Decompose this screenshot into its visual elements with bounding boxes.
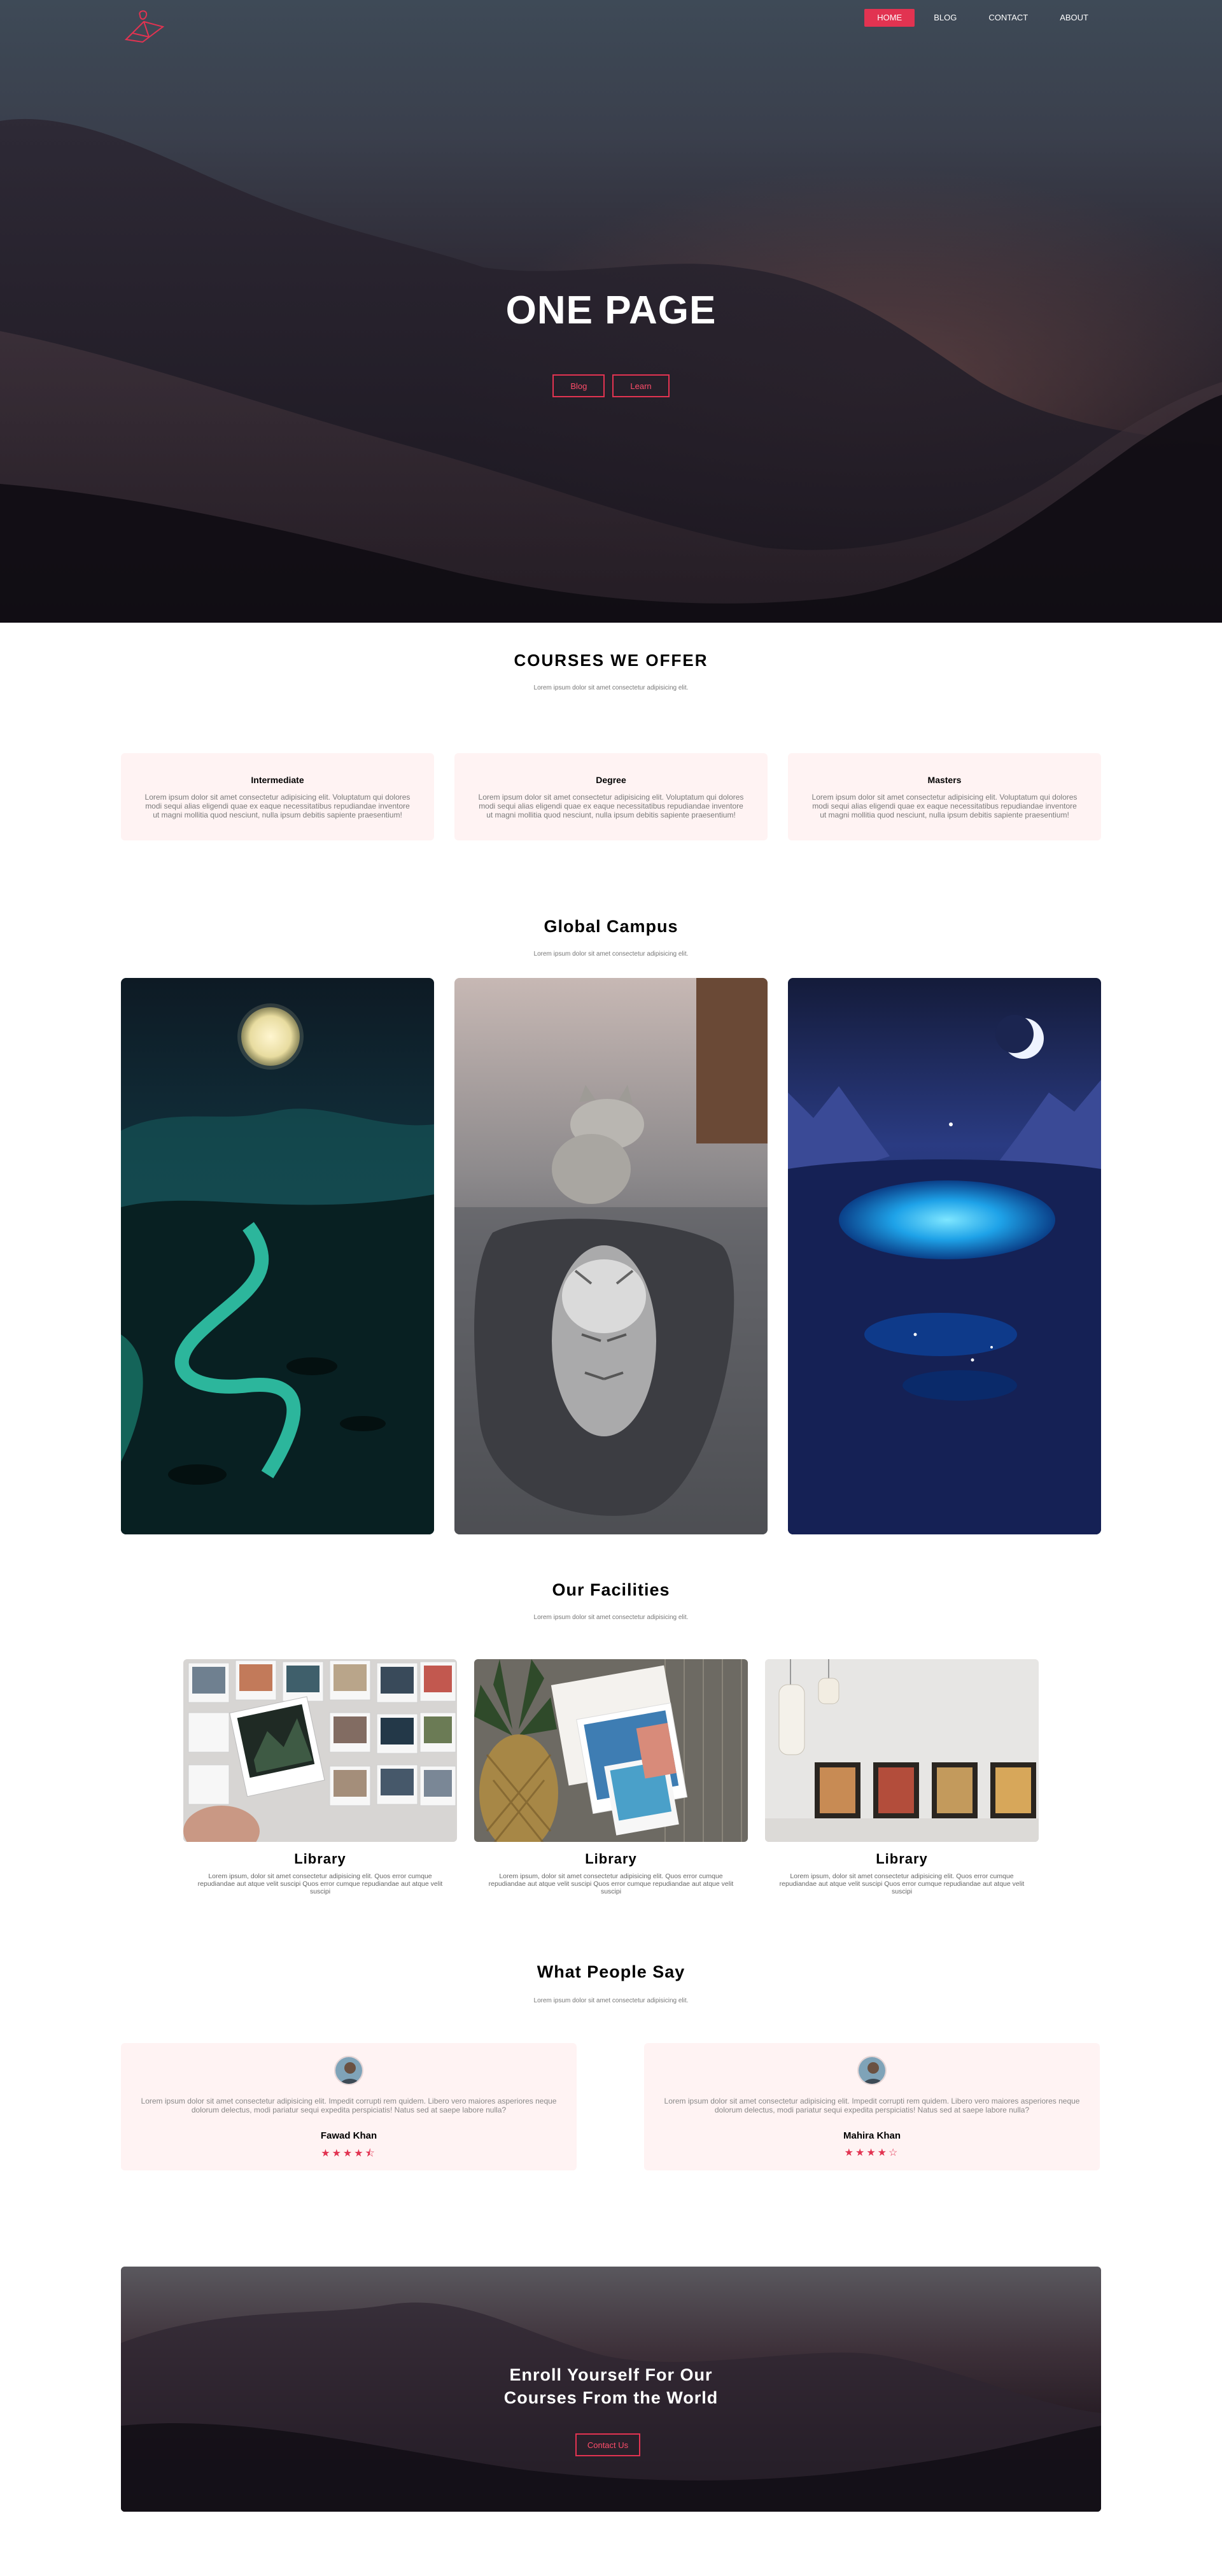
- star-rating-icon: ★★★★☆: [844, 2148, 900, 2158]
- facility-card: Library Lorem ipsum, dolor sit amet cons…: [183, 1659, 457, 1895]
- nav-home-link[interactable]: HOME: [864, 9, 915, 27]
- hero-title: ONE PAGE: [505, 288, 717, 332]
- facility-image-photos: [183, 1659, 457, 1842]
- course-card: Degree Lorem ipsum dolor sit amet consec…: [454, 753, 768, 840]
- course-title: Masters: [927, 775, 962, 785]
- facilities-subtitle: Lorem ipsum dolor sit amet consectetur a…: [533, 1614, 689, 1621]
- nav-contact-link[interactable]: CONTACT: [976, 9, 1041, 27]
- contact-us-button[interactable]: Contact Us: [575, 2433, 640, 2456]
- facility-title: Library: [876, 1851, 928, 1867]
- hero-buttons: Blog Learn: [0, 374, 1222, 397]
- logo-icon[interactable]: [121, 9, 168, 47]
- review-author: Mahira Khan: [843, 2130, 901, 2141]
- course-text: Lorem ipsum dolor sit amet consectetur a…: [811, 793, 1078, 819]
- learn-button[interactable]: Learn: [612, 374, 670, 397]
- course-card: Masters Lorem ipsum dolor sit amet conse…: [788, 753, 1101, 840]
- enroll-title: Enroll Yourself For Our Courses From the …: [503, 2365, 719, 2407]
- enroll-banner: Enroll Yourself For Our Courses From the …: [121, 2267, 1101, 2512]
- campus-subtitle: Lorem ipsum dolor sit amet consectetur a…: [533, 951, 689, 958]
- review-text: Lorem ipsum dolor sit amet consectetur a…: [141, 2097, 557, 2114]
- review-card: Lorem ipsum dolor sit amet consectetur a…: [121, 2043, 577, 2170]
- review-text: Lorem ipsum dolor sit amet consectetur a…: [664, 2097, 1080, 2114]
- testimonials-subtitle: Lorem ipsum dolor sit amet consectetur a…: [533, 1997, 689, 2004]
- campus-title: Global Campus: [544, 917, 678, 936]
- facility-card: Library Lorem ipsum, dolor sit amet cons…: [765, 1659, 1039, 1895]
- courses-subtitle: Lorem ipsum dolor sit amet consectetur a…: [533, 684, 689, 691]
- review-author: Fawad Khan: [320, 2130, 377, 2141]
- testimonials-title: What People Say: [537, 1962, 685, 1981]
- facility-title: Library: [585, 1851, 637, 1867]
- avatar: [857, 2056, 887, 2085]
- nav-blog-link[interactable]: BLOG: [921, 9, 969, 27]
- avatar: [334, 2056, 363, 2085]
- top-navbar: HOME BLOG CONTACT ABOUT: [0, 9, 1222, 43]
- course-text: Lorem ipsum dolor sit amet consectetur a…: [478, 793, 744, 819]
- campus-image-moon-beach: [121, 978, 434, 1534]
- course-card: Intermediate Lorem ipsum dolor sit amet …: [121, 753, 434, 840]
- facility-text: Lorem ipsum, dolor sit amet consectetur …: [779, 1872, 1025, 1895]
- campus-image-crystal-lake: [788, 978, 1101, 1534]
- facility-image-pineapple: [474, 1659, 748, 1842]
- nav-about-link[interactable]: ABOUT: [1047, 9, 1101, 27]
- courses-title: COURSES WE OFFER: [514, 651, 708, 670]
- main-menu: HOME BLOG CONTACT ABOUT: [864, 9, 1101, 27]
- facility-title: Library: [294, 1851, 346, 1867]
- review-card: Lorem ipsum dolor sit amet consectetur a…: [644, 2043, 1100, 2170]
- course-title: Intermediate: [251, 775, 304, 785]
- course-text: Lorem ipsum dolor sit amet consectetur a…: [144, 793, 411, 819]
- facility-image-frames: [765, 1659, 1039, 1842]
- campus-image-kitten-reflection: [454, 978, 768, 1534]
- facility-text: Lorem ipsum, dolor sit amet consectetur …: [488, 1872, 734, 1895]
- facility-text: Lorem ipsum, dolor sit amet consectetur …: [197, 1872, 443, 1895]
- star-rating-icon: ★★★★⯪: [321, 2148, 377, 2159]
- blog-button[interactable]: Blog: [552, 374, 605, 397]
- hero-section: HOME BLOG CONTACT ABOUT ONE PAGE Blog Le…: [0, 0, 1222, 623]
- facility-card: Library Lorem ipsum, dolor sit amet cons…: [474, 1659, 748, 1895]
- course-title: Degree: [596, 775, 626, 785]
- facilities-title: Our Facilities: [552, 1580, 670, 1599]
